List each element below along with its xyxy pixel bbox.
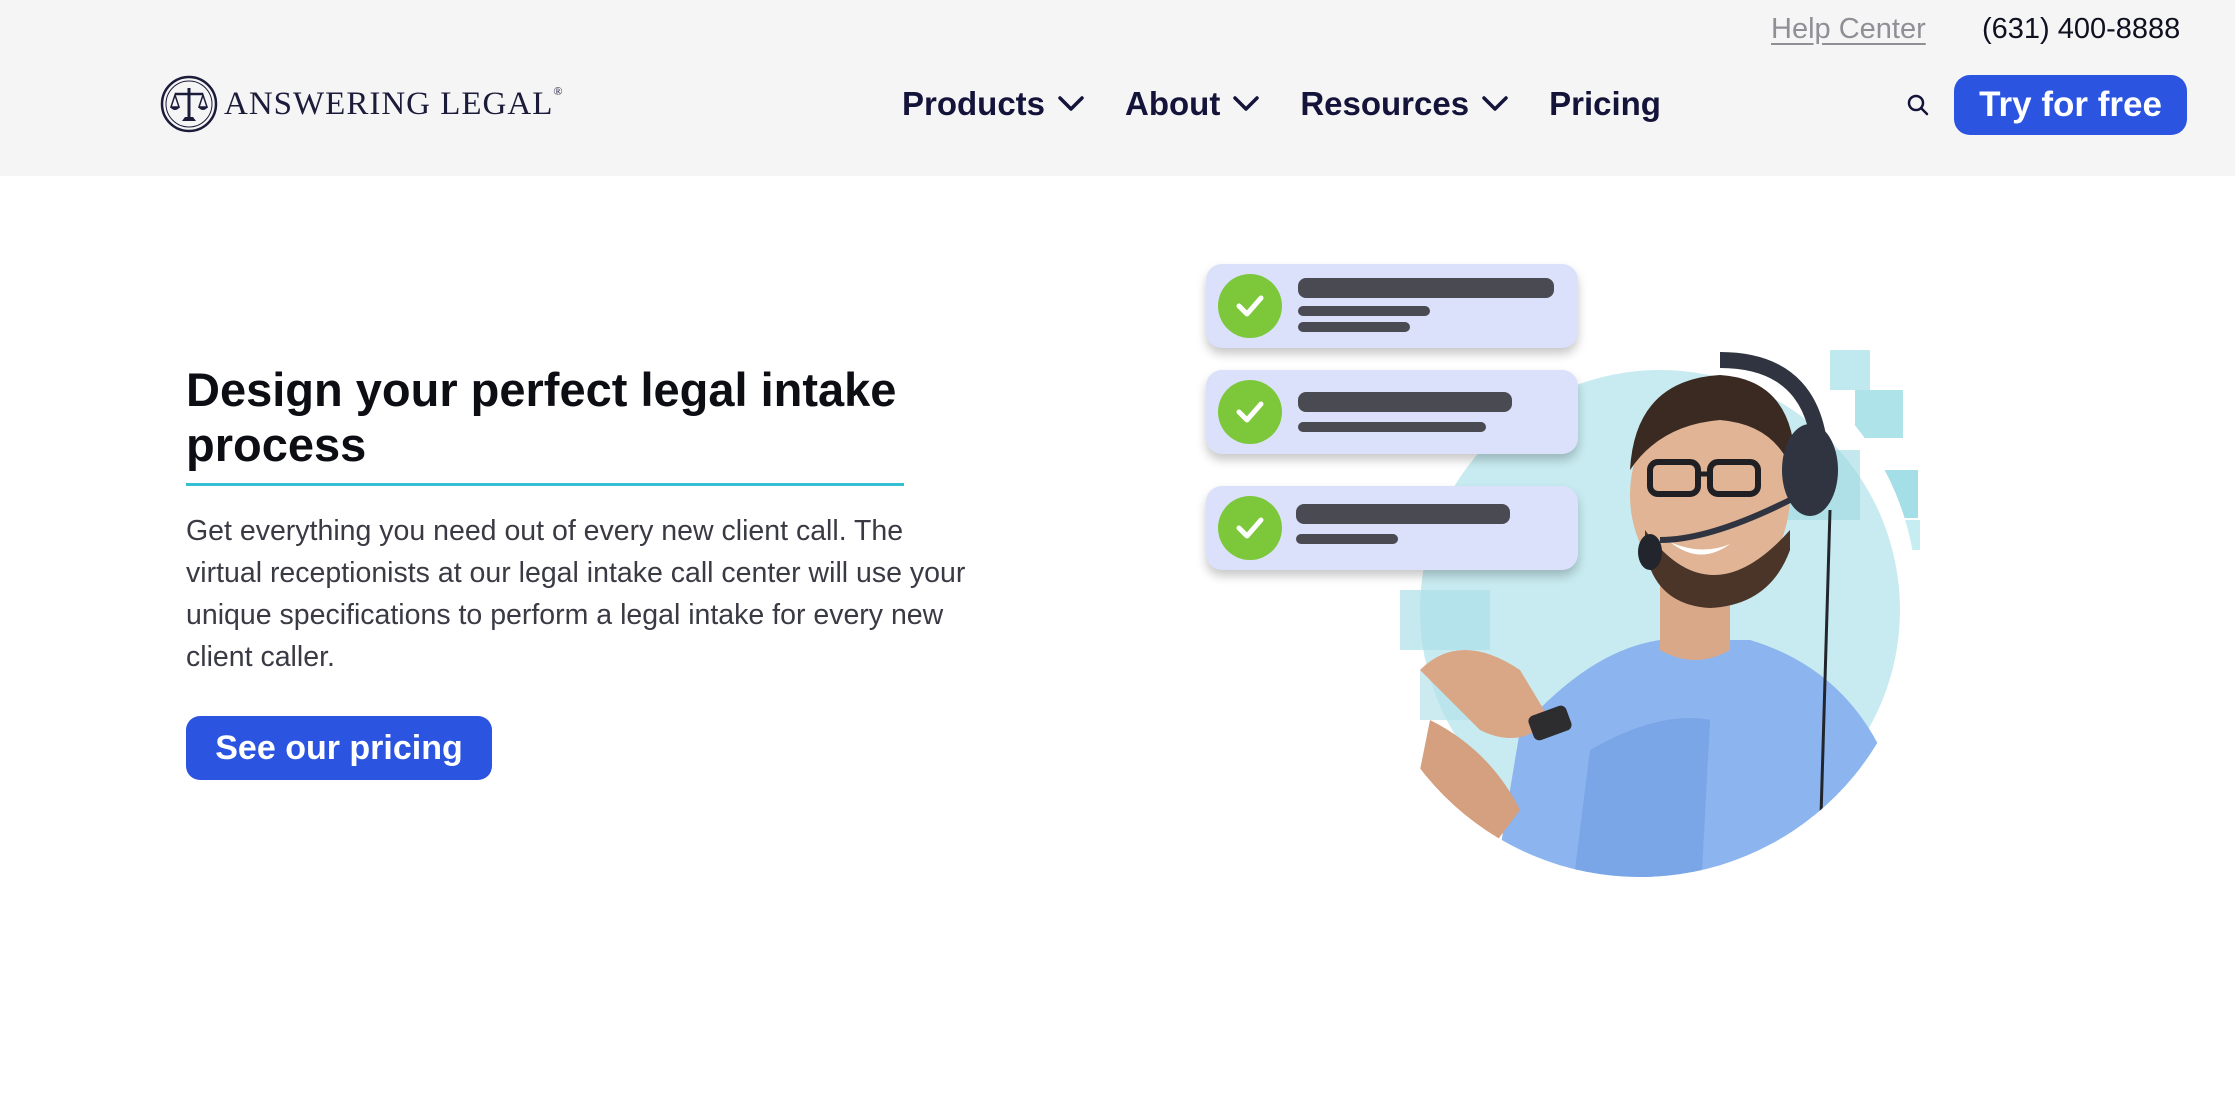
phone-number-link[interactable]: (631) 400-8888: [1982, 13, 2180, 45]
placeholder-line: [1296, 534, 1398, 544]
placeholder-line: [1298, 422, 1486, 432]
site-header: Help Center (631) 400-8888 ANSWERING LEG…: [0, 0, 2235, 176]
logo-wordmark: ANSWERING LEGAL®: [224, 83, 564, 122]
nav-item-label: Resources: [1300, 85, 1470, 122]
main-nav: Products About Resources Pricing: [902, 84, 1661, 124]
logo[interactable]: ANSWERING LEGAL®: [160, 74, 564, 134]
placeholder-line: [1298, 322, 1410, 332]
placeholder-line: [1296, 504, 1510, 524]
scales-of-justice-icon: [160, 75, 218, 133]
check-icon: [1218, 274, 1282, 338]
receptionist-photo: [1363, 323, 1920, 877]
nav-item-label: About: [1125, 85, 1221, 122]
hero-illustration: [1190, 250, 1950, 910]
checklist-card: [1206, 486, 1578, 570]
see-pricing-button[interactable]: See our pricing: [186, 716, 492, 780]
chevron-down-icon: [1058, 96, 1084, 111]
checklist-card: [1206, 370, 1578, 454]
placeholder-line: [1298, 278, 1554, 298]
try-for-free-button[interactable]: Try for free: [1954, 75, 2187, 135]
check-icon: [1218, 380, 1282, 444]
nav-item-resources[interactable]: Resources: [1300, 85, 1509, 123]
placeholder-line: [1298, 306, 1430, 316]
nav-item-pricing[interactable]: Pricing: [1549, 85, 1661, 123]
hero-description: Get everything you need out of every new…: [186, 515, 966, 673]
placeholder-line: [1298, 392, 1512, 412]
nav-item-about[interactable]: About: [1125, 85, 1260, 123]
check-icon: [1218, 496, 1282, 560]
nav-item-label: Products: [902, 85, 1046, 122]
checklist-card: [1206, 264, 1578, 348]
nav-item-products[interactable]: Products: [902, 85, 1085, 123]
title-underline: [186, 483, 904, 486]
chevron-down-icon: [1233, 96, 1260, 111]
hero-title: Design your perfect legal intake process: [186, 363, 897, 471]
help-center-link[interactable]: Help Center: [1771, 13, 1926, 45]
nav-item-label: Pricing: [1549, 85, 1661, 122]
search-icon[interactable]: [1906, 93, 1930, 117]
chevron-down-icon: [1482, 96, 1508, 111]
